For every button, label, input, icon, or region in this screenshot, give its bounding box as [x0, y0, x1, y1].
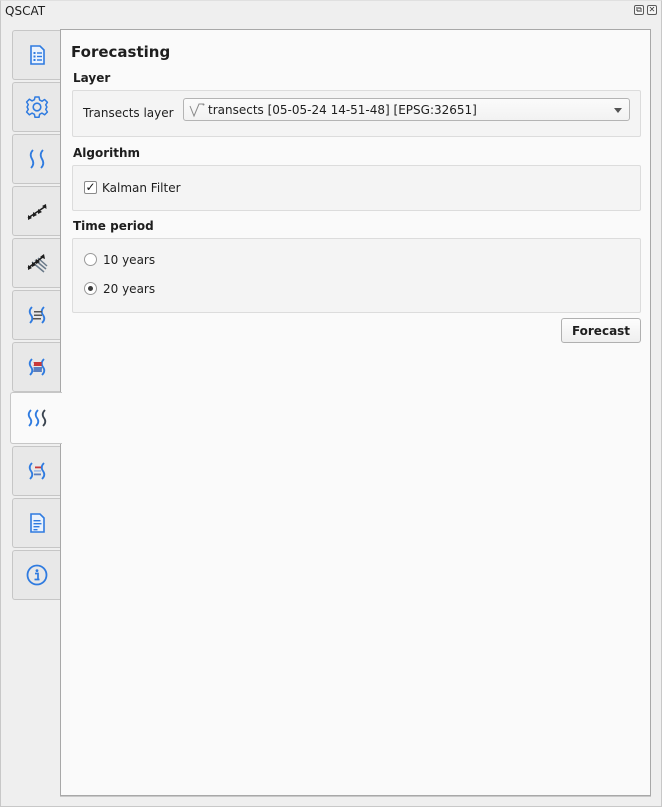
arrows-icon: [27, 204, 46, 220]
forecasting-panel: Forecasting Layer Transects layer transe…: [60, 29, 651, 796]
radio-10-years-label: 10 years: [103, 253, 156, 267]
time-period-group-title: Time period: [73, 219, 154, 233]
kalman-filter-label: Kalman Filter: [102, 181, 181, 195]
kalman-filter-checkbox[interactable]: ✓: [84, 181, 97, 194]
tab-area-change[interactable]: [12, 342, 60, 392]
line-layer-icon: [189, 103, 205, 118]
transects-layer-select[interactable]: transects [05-05-24 14-51-48] [EPSG:3265…: [183, 98, 630, 121]
transects-layer-label: Transects layer: [83, 106, 174, 120]
close-icon[interactable]: ✕: [647, 5, 657, 15]
forecast-button[interactable]: Forecast: [561, 318, 641, 343]
page-title: Forecasting: [71, 43, 171, 61]
layer-groupbox: Transects layer transects [05-05-24 14-5…: [72, 90, 641, 137]
gear-icon: [25, 96, 48, 119]
chevron-down-icon: [614, 108, 622, 113]
titlebar: QSCAT ⧉ ✕: [0, 0, 662, 22]
document-icon: [29, 513, 45, 533]
algorithm-group-title: Algorithm: [73, 146, 141, 160]
wave-summary-icon: [28, 462, 45, 480]
tab-shoreline-change[interactable]: [12, 290, 60, 340]
tab-visualization[interactable]: [12, 446, 60, 496]
wave-bars-icon: [28, 306, 45, 324]
double-wave-icon: [29, 149, 44, 169]
radio-10-years[interactable]: [84, 253, 97, 266]
tab-transects[interactable]: [12, 238, 60, 288]
tab-summary-reports[interactable]: [12, 498, 60, 548]
time-period-groupbox: 10 years 20 years: [72, 238, 641, 313]
radio-20-years-label: 20 years: [103, 282, 156, 296]
float-window-icon[interactable]: ⧉: [634, 5, 644, 15]
wave-red-blue-icon: [28, 358, 45, 376]
tab-about[interactable]: [12, 550, 60, 600]
tab-baseline[interactable]: [12, 186, 60, 236]
algorithm-groupbox: ✓ Kalman Filter: [72, 165, 641, 211]
triple-wave-icon: [27, 409, 46, 427]
transects-layer-value: transects [05-05-24 14-51-48] [EPSG:3265…: [208, 103, 477, 117]
info-icon: [26, 564, 47, 586]
list-document-icon: [29, 45, 45, 65]
tab-general-settings[interactable]: [12, 82, 60, 132]
layer-group-title: Layer: [73, 71, 111, 85]
tab-forecasting[interactable]: [10, 392, 62, 444]
tab-shorelines[interactable]: [12, 134, 60, 184]
radio-20-years[interactable]: [84, 282, 97, 295]
multi-arrows-icon: [27, 254, 47, 273]
tab-project-settings[interactable]: [12, 30, 60, 80]
window-title: QSCAT: [5, 4, 46, 18]
